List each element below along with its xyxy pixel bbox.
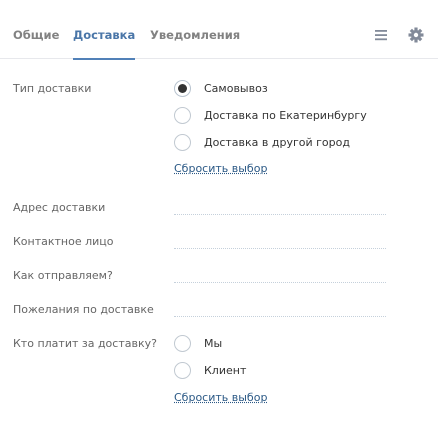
gear-icon[interactable]: [407, 25, 425, 45]
radio-label: Мы: [204, 337, 223, 350]
radio-payer-us[interactable]: Мы: [174, 335, 414, 355]
contact-person-label: Контактное лицо: [13, 235, 114, 248]
radio-circle[interactable]: [174, 362, 191, 379]
radio-label: Доставка по Екатеринбургу: [204, 109, 367, 122]
radio-circle[interactable]: [174, 134, 191, 151]
hamburger-menu-icon[interactable]: [373, 25, 391, 45]
radio-label: Доставка в другой город: [204, 136, 350, 149]
radio-delivery-city[interactable]: Доставка по Екатеринбургу: [174, 107, 414, 127]
shipping-method-field[interactable]: [174, 269, 386, 283]
shipping-method-label: Как отправляем?: [13, 269, 113, 282]
delivery-type-label: Тип доставки: [13, 82, 92, 95]
payer-label: Кто платит за доставку?: [13, 337, 157, 350]
radio-pickup[interactable]: Самовывоз: [174, 80, 414, 100]
tab-bar: Общие Доставка Уведомления: [0, 0, 438, 60]
radio-label: Самовывоз: [204, 82, 268, 95]
tab-general[interactable]: Общие: [13, 0, 59, 59]
radio-delivery-other-city[interactable]: Доставка в другой город: [174, 134, 414, 154]
reset-delivery-type-link[interactable]: Сбросить выбор: [174, 162, 267, 175]
contact-person-field[interactable]: [174, 235, 386, 249]
radio-payer-client[interactable]: Клиент: [174, 362, 414, 382]
radio-circle[interactable]: [174, 107, 191, 124]
radio-circle[interactable]: [174, 80, 191, 97]
delivery-wishes-field[interactable]: [174, 303, 386, 317]
address-label: Адрес доставки: [13, 201, 106, 214]
radio-circle[interactable]: [174, 335, 191, 352]
delivery-wishes-label: Пожелания по доставке: [13, 303, 154, 316]
radio-label: Клиент: [204, 364, 247, 377]
tab-delivery[interactable]: Доставка: [73, 0, 136, 60]
tab-notifications[interactable]: Уведомления: [150, 0, 240, 59]
address-field[interactable]: [174, 201, 386, 215]
reset-payer-link[interactable]: Сбросить выбор: [174, 391, 267, 404]
